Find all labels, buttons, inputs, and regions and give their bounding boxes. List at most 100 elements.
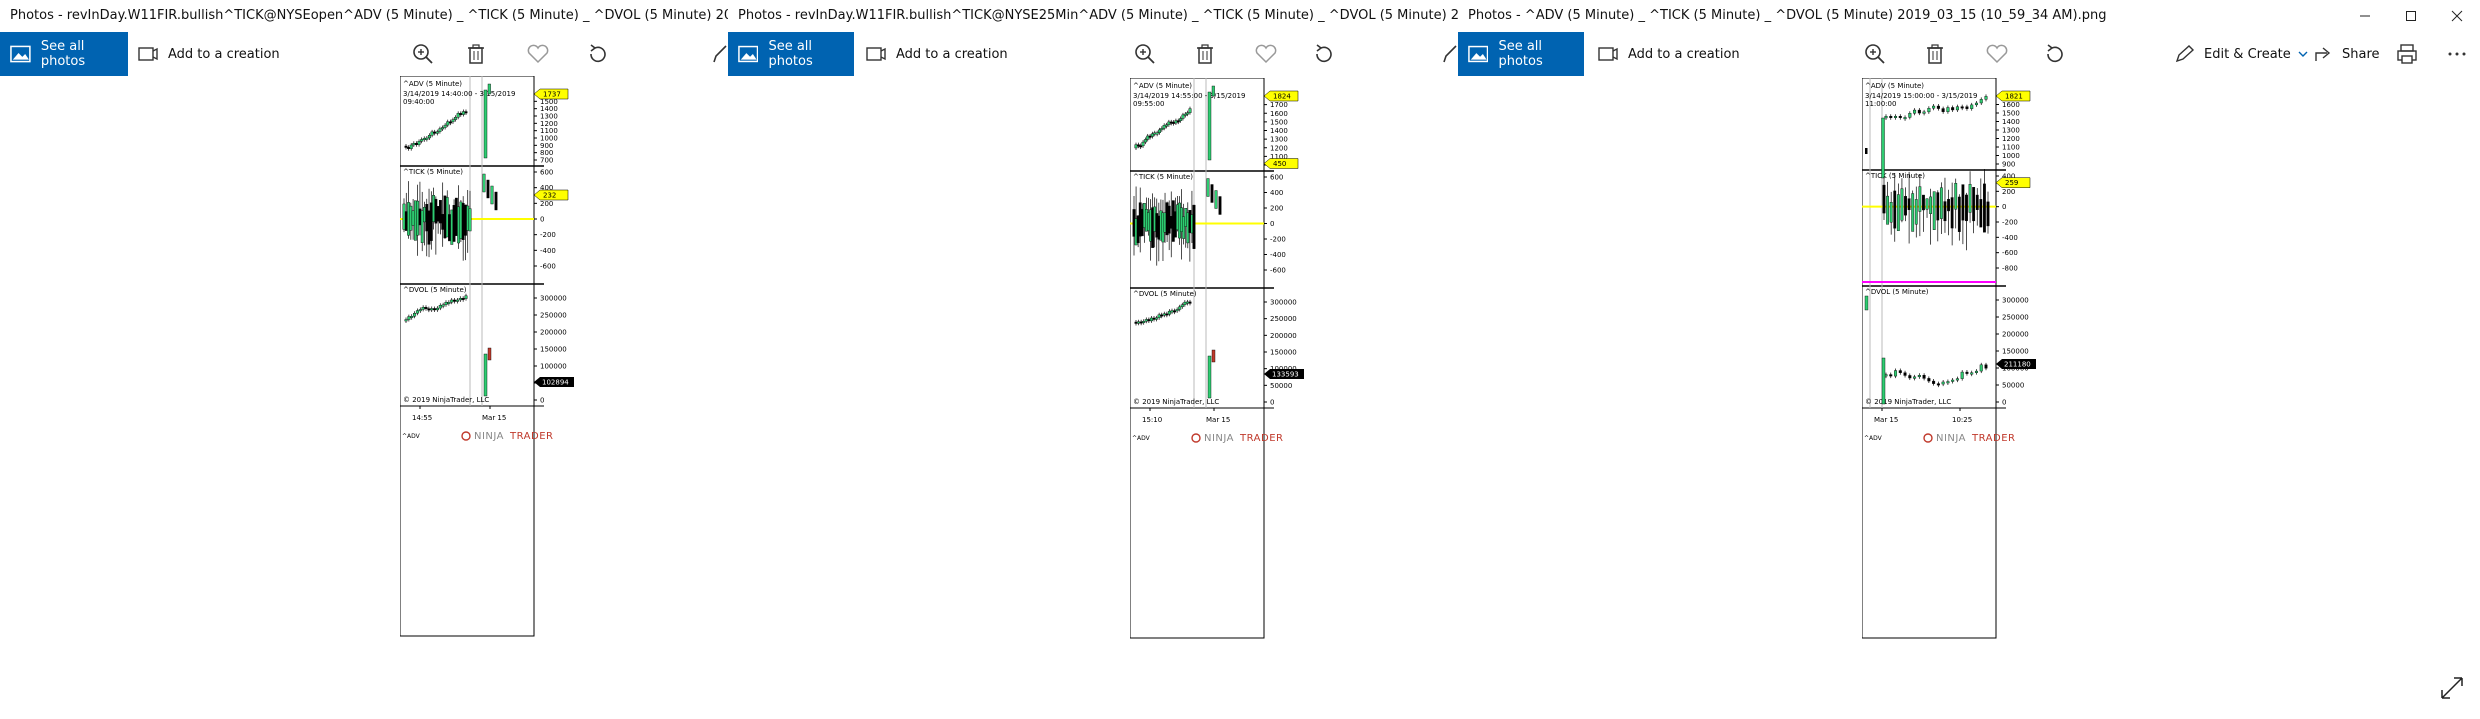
- tick-candle: [1957, 196, 1961, 232]
- dvol-candle: [461, 298, 465, 300]
- rotate-icon[interactable]: [1311, 42, 1337, 66]
- delete-icon[interactable]: [463, 42, 489, 66]
- expand-icon[interactable]: [2438, 674, 2466, 702]
- add-to-creation-button[interactable]: Add to a creation: [138, 32, 280, 76]
- adv-candle: [1188, 108, 1192, 113]
- zoom-in-icon[interactable]: [1862, 42, 1888, 66]
- see-all-photos-button[interactable]: See all photos: [0, 32, 128, 76]
- dvol-candle: [1898, 370, 1902, 373]
- adv-axis-label: 1000: [2002, 152, 2020, 160]
- dvol-candle: [487, 347, 492, 361]
- tick-candle: [1950, 197, 1954, 229]
- dvol-axis-label: 0: [2002, 399, 2006, 407]
- add-to-creation-button[interactable]: Add to a creation: [1598, 32, 1740, 76]
- tick-candle: [423, 206, 426, 223]
- delete-icon[interactable]: [1192, 42, 1218, 66]
- tick-candle: [425, 204, 429, 232]
- dvol-candle: [1178, 306, 1182, 310]
- dvol-candle: [1180, 304, 1184, 308]
- date-range-line2: 11:00:00: [1865, 100, 1896, 108]
- print-icon[interactable]: [2394, 42, 2420, 66]
- dvol-candle: [1889, 374, 1893, 377]
- dvol-axis-label: 300000: [540, 295, 567, 303]
- edit-icon[interactable]: [712, 42, 728, 66]
- copyright-text: © 2019 NinjaTrader, LLC: [1865, 398, 1951, 406]
- tick-price-value: 259: [2005, 179, 2018, 187]
- edit-create-button[interactable]: Edit & Create: [2174, 32, 2309, 76]
- zoom-in-icon[interactable]: [1132, 42, 1158, 66]
- adv-candle: [451, 119, 455, 123]
- minimize-button[interactable]: [2342, 0, 2388, 32]
- zoom-in-icon[interactable]: [410, 42, 436, 66]
- adv-axis-label: 1400: [2002, 118, 2020, 126]
- delete-icon[interactable]: [1922, 42, 1948, 66]
- dvol-candle: [1965, 371, 1969, 374]
- adv-axis-label: 900: [2002, 161, 2015, 169]
- adv-candle: [1984, 96, 1988, 100]
- tick-candle: [411, 210, 415, 226]
- dvol-candle: [438, 305, 442, 309]
- dvol-candle: [1881, 357, 1886, 405]
- dvol-axis-label: 0: [540, 397, 544, 405]
- tick-candle: [448, 214, 451, 242]
- see-all-photos-button[interactable]: See all photos: [728, 32, 854, 76]
- dvol-candle: [1946, 381, 1950, 384]
- adv-axis-label: 1300: [1270, 136, 1288, 144]
- maximize-button[interactable]: [2388, 0, 2434, 32]
- window-title: Photos - revInDay.W11FIR.bullish^TICK@NY…: [738, 8, 1458, 23]
- more-icon[interactable]: [2444, 42, 2470, 66]
- dvol-axis-label: 300000: [2002, 297, 2029, 305]
- dvol-axis-label: 200000: [2002, 331, 2029, 339]
- dvol-axis-label: 150000: [540, 346, 567, 354]
- adv-candle: [407, 147, 411, 149]
- rotate-icon[interactable]: [585, 42, 611, 66]
- tick-panel-label: ^TICK (5 Minute): [1133, 173, 1193, 181]
- tick-axis-label: -400: [2002, 234, 2018, 242]
- photos-icon: [1468, 45, 1489, 63]
- dvol-candle: [404, 319, 408, 322]
- share-button[interactable]: Share: [2314, 32, 2380, 76]
- tick-candle: [1983, 183, 1986, 233]
- adv-candle: [414, 143, 418, 145]
- adv-candle: [1913, 109, 1917, 114]
- heart-icon[interactable]: [525, 42, 551, 66]
- dvol-price-value: 133593: [1272, 371, 1299, 379]
- logo-ninja-text: NINJA: [1204, 433, 1234, 444]
- tick-candle: [1904, 196, 1907, 216]
- tick-candle: [490, 185, 494, 205]
- dvol-candle: [453, 299, 457, 302]
- copyright-text: © 2019 NinjaTrader, LLC: [1133, 398, 1219, 406]
- logo-trader-text: TRADER: [509, 431, 553, 442]
- dvol-candle: [430, 308, 434, 311]
- tick-candle: [436, 206, 440, 222]
- date-range-line2: 09:40:00: [403, 98, 434, 106]
- tick-candle: [1929, 196, 1933, 214]
- adv-candle: [425, 137, 429, 140]
- toolbar: See all photos Add to a creation: [728, 32, 1458, 76]
- dvol-candle: [458, 298, 462, 301]
- adv-candle: [422, 138, 426, 141]
- tick-axis-label: 200: [540, 200, 553, 208]
- adv-candle: [1141, 141, 1145, 147]
- tick-axis-label: 0: [2002, 203, 2006, 211]
- heart-icon[interactable]: [1253, 42, 1279, 66]
- dvol-candle: [1941, 381, 1945, 385]
- time-axis-label: Mar 15: [1206, 416, 1230, 424]
- adv-candle: [427, 135, 431, 139]
- chart-frame: [400, 76, 535, 637]
- rotate-icon[interactable]: [2042, 42, 2068, 66]
- adv-axis-label: 1200: [1270, 144, 1288, 152]
- dvol-candle: [1927, 378, 1931, 382]
- heart-icon[interactable]: [1984, 42, 2010, 66]
- adv-candle: [483, 89, 488, 159]
- tick-candle: [409, 205, 413, 231]
- add-to-creation-button[interactable]: Add to a creation: [866, 32, 1008, 76]
- tick-candle: [494, 191, 498, 211]
- footer-symbol: ^ADV: [402, 433, 421, 440]
- edit-icon[interactable]: [1442, 42, 1458, 66]
- see-all-photos-button[interactable]: See all photos: [1458, 32, 1584, 76]
- close-button[interactable]: [2434, 0, 2480, 32]
- dvol-candle: [413, 313, 417, 317]
- tick-axis-label: -600: [2002, 249, 2018, 257]
- dvol-candle: [464, 295, 468, 299]
